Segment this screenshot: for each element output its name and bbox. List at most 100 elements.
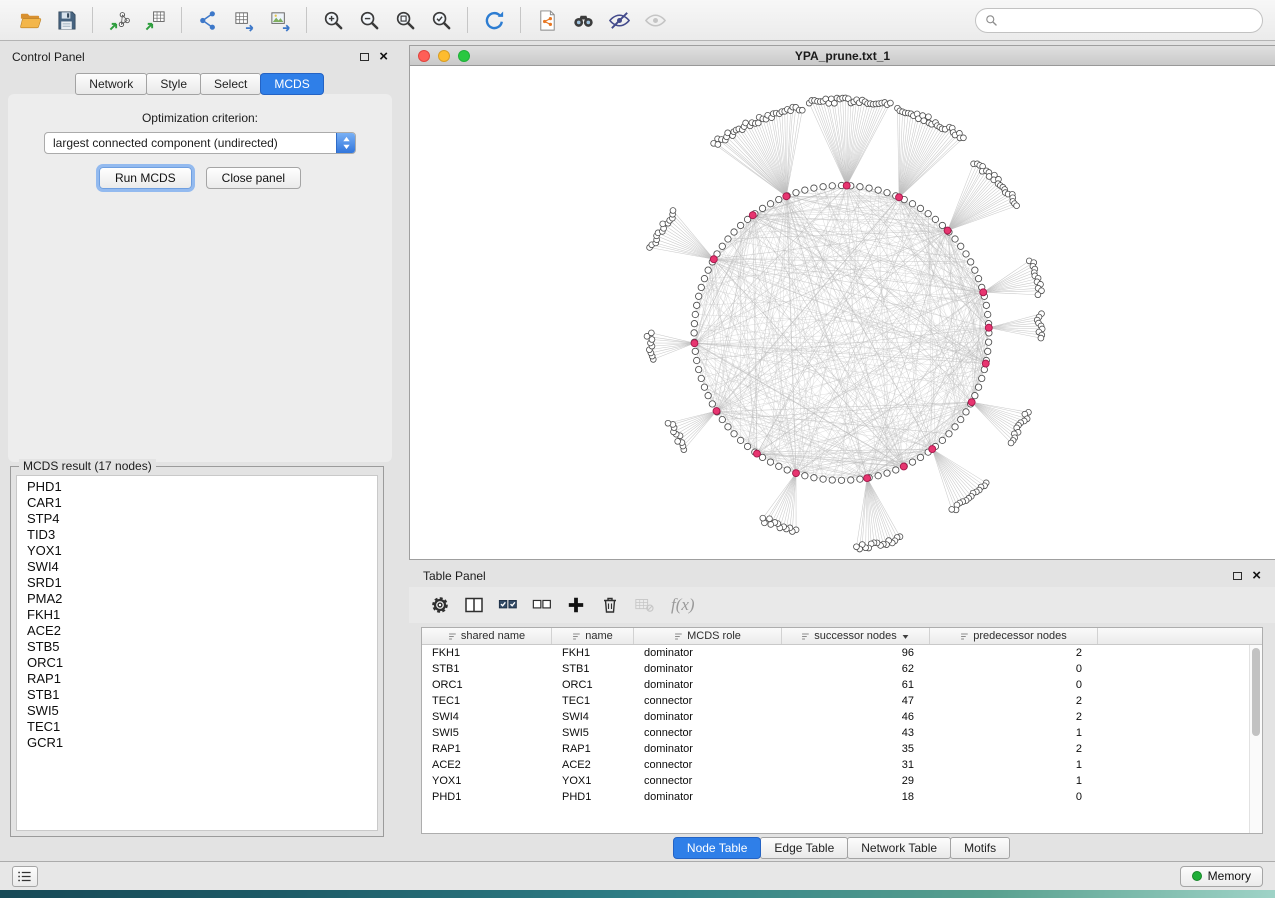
cell-predecessor-nodes: 2 bbox=[930, 695, 1098, 707]
list-item[interactable]: SWI5 bbox=[27, 703, 377, 719]
show-columns-icon[interactable] bbox=[459, 591, 489, 619]
column-header-predecessor-nodes[interactable]: predecessor nodes bbox=[930, 628, 1098, 644]
panel-splitter[interactable] bbox=[400, 45, 409, 861]
list-item[interactable]: TID3 bbox=[27, 527, 377, 543]
mcds-result-title: MCDS result (17 nodes) bbox=[19, 459, 156, 473]
table-settings-icon[interactable] bbox=[425, 591, 455, 619]
list-item[interactable]: CAR1 bbox=[27, 495, 377, 511]
optimization-criterion-label: Optimization criterion: bbox=[8, 111, 392, 125]
search-input[interactable] bbox=[1004, 13, 1253, 27]
column-header-MCDS-role[interactable]: MCDS role bbox=[634, 628, 782, 644]
table-row[interactable]: ACE2ACE2connector311 bbox=[422, 757, 1249, 773]
list-item[interactable]: STP4 bbox=[27, 511, 377, 527]
list-item[interactable]: STB1 bbox=[27, 687, 377, 703]
binoculars-icon[interactable] bbox=[565, 5, 601, 35]
list-item[interactable]: TEC1 bbox=[27, 719, 377, 735]
cell-shared-name: STB1 bbox=[422, 663, 552, 675]
tab-network-table[interactable]: Network Table bbox=[847, 837, 951, 859]
tab-mcds[interactable]: MCDS bbox=[260, 73, 323, 95]
export-table-icon[interactable] bbox=[226, 5, 262, 35]
export-image-icon[interactable] bbox=[262, 5, 298, 35]
list-item[interactable]: SRD1 bbox=[27, 575, 377, 591]
import-network-icon[interactable] bbox=[101, 5, 137, 35]
cell-MCDS-role: connector bbox=[634, 695, 782, 707]
import-table-icon[interactable] bbox=[137, 5, 173, 35]
list-item[interactable]: YOX1 bbox=[27, 543, 377, 559]
ui-settings-button[interactable] bbox=[12, 866, 38, 887]
table-row[interactable]: ORC1ORC1dominator610 bbox=[422, 677, 1249, 693]
zoom-out-icon[interactable] bbox=[351, 5, 387, 35]
minimize-window-icon[interactable] bbox=[438, 50, 450, 62]
column-header-name[interactable]: name bbox=[552, 628, 634, 644]
zoom-in-icon[interactable] bbox=[315, 5, 351, 35]
deselect-all-icon[interactable] bbox=[527, 591, 557, 619]
cell-predecessor-nodes: 2 bbox=[930, 743, 1098, 755]
close-table-panel-icon[interactable]: × bbox=[1252, 571, 1261, 581]
float-table-panel-icon[interactable] bbox=[1233, 572, 1242, 580]
add-row-icon[interactable] bbox=[561, 591, 591, 619]
import-table-disabled-icon bbox=[629, 591, 659, 619]
cell-name: ORC1 bbox=[552, 679, 634, 691]
export-document-icon[interactable] bbox=[529, 5, 565, 35]
list-item[interactable]: PMA2 bbox=[27, 591, 377, 607]
search-box[interactable] bbox=[975, 8, 1263, 33]
tab-edge-table[interactable]: Edge Table bbox=[760, 837, 848, 859]
delete-row-icon[interactable] bbox=[595, 591, 625, 619]
zoom-fit-icon[interactable] bbox=[387, 5, 423, 35]
network-canvas[interactable] bbox=[410, 66, 1275, 559]
table-row[interactable]: TEC1TEC1connector472 bbox=[422, 693, 1249, 709]
export-network-icon[interactable] bbox=[190, 5, 226, 35]
open-folder-icon[interactable] bbox=[12, 5, 48, 35]
network-graph[interactable] bbox=[410, 66, 1275, 559]
list-item[interactable]: PHD1 bbox=[27, 479, 377, 495]
close-window-icon[interactable] bbox=[418, 50, 430, 62]
toolbar-separator bbox=[306, 7, 307, 33]
memory-button[interactable]: Memory bbox=[1180, 866, 1263, 887]
hide-selected-icon[interactable] bbox=[601, 5, 637, 35]
save-icon[interactable] bbox=[48, 5, 84, 35]
close-panel-icon[interactable]: × bbox=[379, 52, 388, 62]
table-row[interactable]: PHD1PHD1dominator180 bbox=[422, 789, 1249, 805]
table-row[interactable]: YOX1YOX1connector291 bbox=[422, 773, 1249, 789]
select-all-icon[interactable] bbox=[493, 591, 523, 619]
cell-shared-name: SWI5 bbox=[422, 727, 552, 739]
tab-network[interactable]: Network bbox=[75, 73, 147, 95]
cell-name: FKH1 bbox=[552, 647, 634, 659]
tab-select[interactable]: Select bbox=[200, 73, 261, 95]
tab-node-table[interactable]: Node Table bbox=[673, 837, 762, 859]
close-panel-button[interactable]: Close panel bbox=[206, 167, 301, 189]
tab-motifs[interactable]: Motifs bbox=[950, 837, 1010, 859]
criterion-select[interactable]: largest connected component (undirected) bbox=[44, 132, 356, 154]
float-panel-icon[interactable] bbox=[360, 53, 369, 61]
list-item[interactable]: GCR1 bbox=[27, 735, 377, 751]
cell-predecessor-nodes: 1 bbox=[930, 759, 1098, 771]
list-item[interactable]: ACE2 bbox=[27, 623, 377, 639]
table-row[interactable]: SWI4SWI4dominator462 bbox=[422, 709, 1249, 725]
cell-name: TEC1 bbox=[552, 695, 634, 707]
list-item[interactable]: FKH1 bbox=[27, 607, 377, 623]
cell-MCDS-role: dominator bbox=[634, 663, 782, 675]
zoom-selected-icon[interactable] bbox=[423, 5, 459, 35]
maximize-window-icon[interactable] bbox=[458, 50, 470, 62]
table-row[interactable]: SWI5SWI5connector431 bbox=[422, 725, 1249, 741]
run-mcds-button[interactable]: Run MCDS bbox=[99, 167, 192, 189]
cell-name: STB1 bbox=[552, 663, 634, 675]
column-header-successor-nodes[interactable]: successor nodes bbox=[782, 628, 930, 644]
apply-layout-icon[interactable] bbox=[476, 5, 512, 35]
table-row[interactable]: RAP1RAP1dominator352 bbox=[422, 741, 1249, 757]
list-item[interactable]: RAP1 bbox=[27, 671, 377, 687]
column-header-filler bbox=[1098, 628, 1262, 644]
column-header-shared-name[interactable]: shared name bbox=[422, 628, 552, 644]
list-item[interactable]: STB5 bbox=[27, 639, 377, 655]
table-row[interactable]: FKH1FKH1dominator962 bbox=[422, 645, 1249, 661]
list-item[interactable]: ORC1 bbox=[27, 655, 377, 671]
control-panel: Control Panel × NetworkStyleSelectMCDS O… bbox=[0, 45, 400, 861]
tab-style[interactable]: Style bbox=[146, 73, 201, 95]
list-item[interactable]: SWI4 bbox=[27, 559, 377, 575]
main-toolbar bbox=[0, 0, 1275, 41]
table-scrollbar[interactable] bbox=[1249, 645, 1262, 833]
search-icon bbox=[985, 14, 998, 27]
cell-name: SWI5 bbox=[552, 727, 634, 739]
scrollbar-thumb[interactable] bbox=[1252, 648, 1260, 736]
table-row[interactable]: STB1STB1dominator620 bbox=[422, 661, 1249, 677]
